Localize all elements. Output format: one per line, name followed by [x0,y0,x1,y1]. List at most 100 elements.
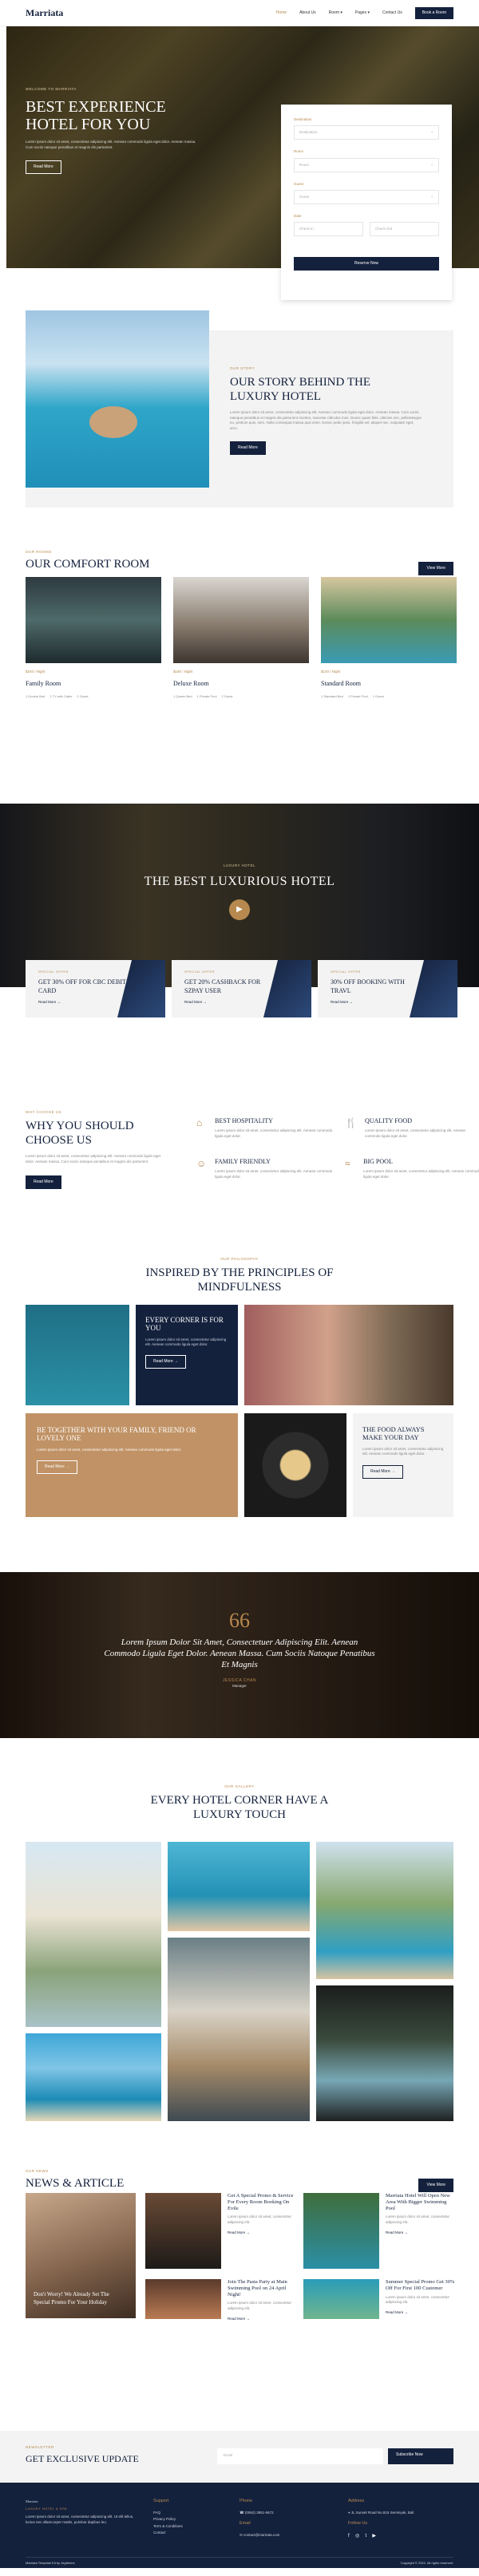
offer-card[interactable]: Special Offer Get 20% Cashback For SZPAY… [172,960,311,1017]
news-read-more-link[interactable]: Read More → [228,2317,297,2321]
guest-icon: 1 Guest [372,694,384,699]
food-icon: 🍴 [345,1117,357,1128]
room-label: Room [294,149,304,154]
site-header: Marriata Home About Us Room ▾ Pages ▾ Co… [0,0,479,26]
nav-contact[interactable]: Contact Us [382,10,402,16]
booking-form: Destination Destination ⌄ Room Room ⌄ Gues… [281,105,452,300]
nav-home[interactable]: Home [276,10,287,16]
feature-title: Best Hospitality [215,1117,273,1124]
story-section: Our Story Our Story Behind The Luxury Ho… [0,268,479,535]
footer-logo[interactable]: Marriata [26,2499,137,2506]
room-card[interactable]: $240 / Night Family Room 1 Double Bed 1 T… [26,577,161,699]
guest-label: Guest [294,181,304,186]
newsletter-section: Newsletter Get Exclusive Update Email Su… [0,2431,479,2483]
news-card-text: Lorem ipsum dolor sit amet, consectetur … [228,2214,292,2225]
food-card-text: Lorem ipsum dolor sit amet, consectetur … [362,1446,444,1456]
news-section: Our News News & Article View More Don't … [0,2158,479,2431]
why-read-more-button[interactable]: Read More [26,1175,61,1190]
instagram-icon[interactable]: ◎ [355,2532,359,2541]
news-card-title[interactable]: Summer Special Promo Get 30% Off For Fir… [386,2279,455,2292]
room-select[interactable]: Room ⌄ [294,157,439,172]
testimonial-name: Jessica Chan [222,1678,257,1684]
main-nav: Home About Us Room ▾ Pages ▾ Contact Us … [276,6,453,19]
gallery-image-beach[interactable] [26,2033,161,2121]
news-view-more-button[interactable]: View More [418,2179,453,2192]
story-read-more-button[interactable]: Read More [230,441,266,455]
site-footer: Marriata Luxury Hotel & Spa Lorem ipsum … [0,2483,479,2568]
footer-email[interactable]: ✉ contact@marriata.com [240,2532,279,2539]
offer-card[interactable]: Special Offer 30% Off Booking With Travl… [318,960,457,1017]
nav-about[interactable]: About Us [299,10,316,16]
pool-icon: 1 Private Pool [347,694,368,699]
youtube-icon[interactable]: ▶ [372,2532,376,2541]
news-card-title[interactable]: Join The Pasta Party at Main Swimming Po… [228,2279,297,2297]
news-card-title[interactable]: Marriata Hotel Will Open New Area With B… [386,2193,455,2211]
quote-icon: 66 [229,1609,250,1632]
room-image [321,577,457,663]
guest-select[interactable]: Guest ⌄ [294,189,439,204]
feature-title: Quality Food [364,1117,412,1124]
nav-pages[interactable]: Pages ▾ [355,10,370,16]
logo[interactable]: Marriata [26,6,63,20]
room-name[interactable]: Family Room [26,679,161,688]
news-card[interactable]: Join The Pasta Party at Main Swimming Po… [145,2279,297,2321]
news-card[interactable]: Summer Special Promo Get 30% Off For Fir… [303,2279,455,2319]
book-room-button[interactable]: Book a Room [414,6,453,19]
footer-link-contact[interactable]: Contact [153,2530,183,2537]
facebook-icon[interactable]: f [348,2532,350,2541]
news-read-more-link[interactable]: Read More → [228,2230,297,2235]
news-read-more-link[interactable]: Read More → [386,2310,455,2315]
footer-link-faq[interactable]: FAQ [153,2510,183,2517]
checkin-field[interactable]: Check In [294,222,363,237]
twitter-icon[interactable]: t [365,2532,366,2541]
rooms-section: Our Rooms Our Comfort Room View More $24… [0,535,479,804]
news-card-title[interactable]: Get A Special Promo & Service For Every … [228,2193,297,2211]
philosophy-section: Our Philosophy Inspired By The Principle… [0,1235,479,1572]
room-image [173,577,309,663]
destination-select[interactable]: Destination ⌄ [294,125,439,140]
bed-icon: 1 Standard Bed [321,694,343,699]
hero-read-more-button[interactable]: Read More [26,160,61,174]
footer-support-title: Support [153,2499,169,2503]
food-plate-image [244,1413,346,1517]
tv-icon: 1 TV with Cable [49,694,73,699]
corner-card: Every Corner Is For You Lorem ipsum dolo… [136,1305,238,1405]
gallery-image-room[interactable] [168,1938,310,2121]
chevron-down-icon: ⌄ [430,193,433,198]
gallery-image-window-view[interactable] [316,1985,453,2121]
date-label: Date [294,213,302,218]
gallery-image-pool-couple[interactable] [168,1842,310,1931]
room-name[interactable]: Deluxe Room [173,679,309,688]
footer-link-privacy[interactable]: Privacy Policy [153,2516,183,2523]
newsletter-email-input[interactable]: Email [217,2448,383,2464]
subscribe-button[interactable]: Subscribe Now [388,2448,453,2464]
news-card[interactable]: Get A Special Promo & Service For Every … [145,2193,297,2269]
corner-read-more-button[interactable]: Read More → [145,1355,187,1369]
room-card[interactable]: $140 / Night Standard Room 1 Standard Be… [321,577,457,699]
reserve-now-button[interactable]: Reserve Now [294,257,439,271]
news-read-more-link[interactable]: Read More → [386,2230,455,2235]
checkout-field[interactable]: Check Out [370,222,439,237]
news-image [303,2193,379,2269]
philosophy-title: Inspired By The Principles Of Mindfulnes… [145,1266,334,1294]
food-read-more-button[interactable]: Read More → [362,1465,404,1480]
offer-card[interactable]: Special Offer Get 30% Off For CBC Debit … [26,960,165,1017]
room-card[interactable]: $180 / Night Deluxe Room 1 Queen Bed 1 Pr… [173,577,309,699]
room-name[interactable]: Standard Room [321,679,457,688]
rooms-view-more-button[interactable]: View More [418,562,453,575]
featured-news-title[interactable]: Don't Worry! We Already Set The Special … [34,2291,121,2307]
food-card: The Food Always Make Your Day Lorem ipsu… [353,1413,453,1517]
family-read-more-button[interactable]: Read More → [37,1460,78,1474]
corner-card-title: Every Corner Is For You [145,1316,224,1333]
footer-link-terms[interactable]: Term & Conditions [153,2523,183,2531]
room-price: $240 / Night [26,670,46,674]
footer-email-title: Email [240,2521,251,2527]
play-video-icon[interactable]: ▶ [229,899,250,920]
featured-news-card[interactable]: Don't Worry! We Already Set The Special … [26,2193,136,2318]
nav-room[interactable]: Room ▾ [329,10,342,16]
gallery-image-pool-umbrella[interactable] [316,1842,453,1979]
story-title: Our Story Behind The Luxury Hotel [230,376,370,403]
hero-text: Welcome to Marriata Best Experience Hote… [26,87,201,174]
gallery-image-terrace[interactable] [26,1842,161,2027]
news-card[interactable]: Marriata Hotel Will Open New Area With B… [303,2193,455,2269]
